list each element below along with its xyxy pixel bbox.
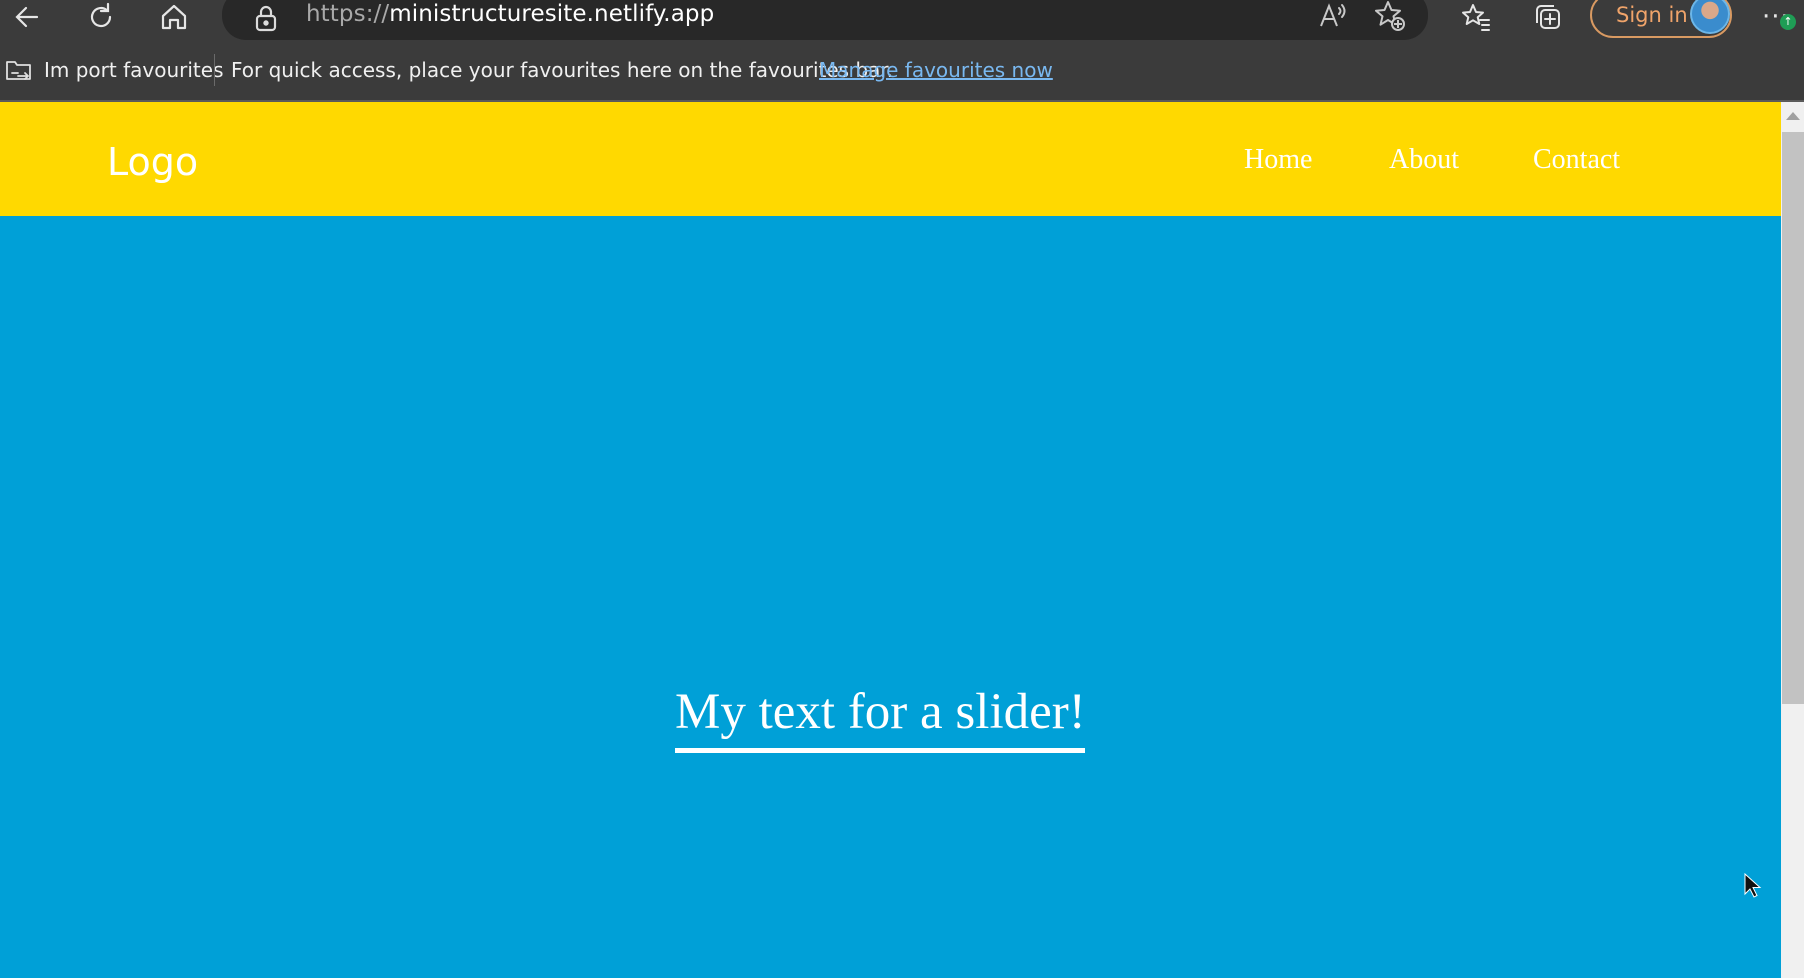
- slider-text: My text for a slider!: [675, 684, 1086, 740]
- nav-home-link[interactable]: Home: [1244, 144, 1312, 176]
- site-header: Logo Home About Contact: [0, 102, 1781, 216]
- scrollbar-thumb[interactable]: [1782, 132, 1804, 704]
- sign-in-label: Sign in: [1616, 3, 1688, 27]
- read-aloud-icon[interactable]: [1315, 0, 1351, 34]
- add-favourite-icon[interactable]: [1372, 0, 1408, 34]
- sign-in-button[interactable]: Sign in: [1590, 0, 1732, 38]
- nav-about-link[interactable]: About: [1389, 144, 1459, 176]
- site-logo[interactable]: Logo: [107, 140, 198, 184]
- address-bar[interactable]: https://ministructuresite.netlify.app: [222, 0, 1428, 40]
- favourites-bar: Im port favourites For quick access, pla…: [0, 44, 1804, 102]
- slider-text-underline: [675, 748, 1085, 753]
- url-text[interactable]: https://ministructuresite.netlify.app: [306, 1, 714, 27]
- import-favourites-button[interactable]: Im port favourites: [44, 58, 223, 82]
- collections-icon[interactable]: [1526, 0, 1570, 34]
- avatar: [1690, 0, 1730, 34]
- refresh-icon[interactable]: [79, 0, 123, 34]
- scroll-up-arrow-icon[interactable]: [1786, 112, 1800, 120]
- favourites-icon[interactable]: [1454, 0, 1498, 34]
- back-icon[interactable]: [5, 0, 49, 34]
- favourites-divider: [214, 54, 215, 86]
- favourites-bar-message: For quick access, place your favourites …: [231, 58, 894, 82]
- nav-contact-link[interactable]: Contact: [1533, 144, 1620, 176]
- import-favourites-icon: [6, 61, 31, 80]
- home-icon[interactable]: [152, 0, 196, 34]
- mouse-cursor-icon: [1744, 872, 1762, 898]
- browser-toolbar: https://ministructuresite.netlify.app Si…: [0, 0, 1804, 44]
- lock-icon[interactable]: [252, 4, 280, 34]
- page-viewport: Logo Home About Contact My text for a sl…: [0, 102, 1804, 978]
- update-icon: ↑: [1780, 14, 1796, 30]
- manage-favourites-link[interactable]: Manage favourites now: [819, 58, 1053, 82]
